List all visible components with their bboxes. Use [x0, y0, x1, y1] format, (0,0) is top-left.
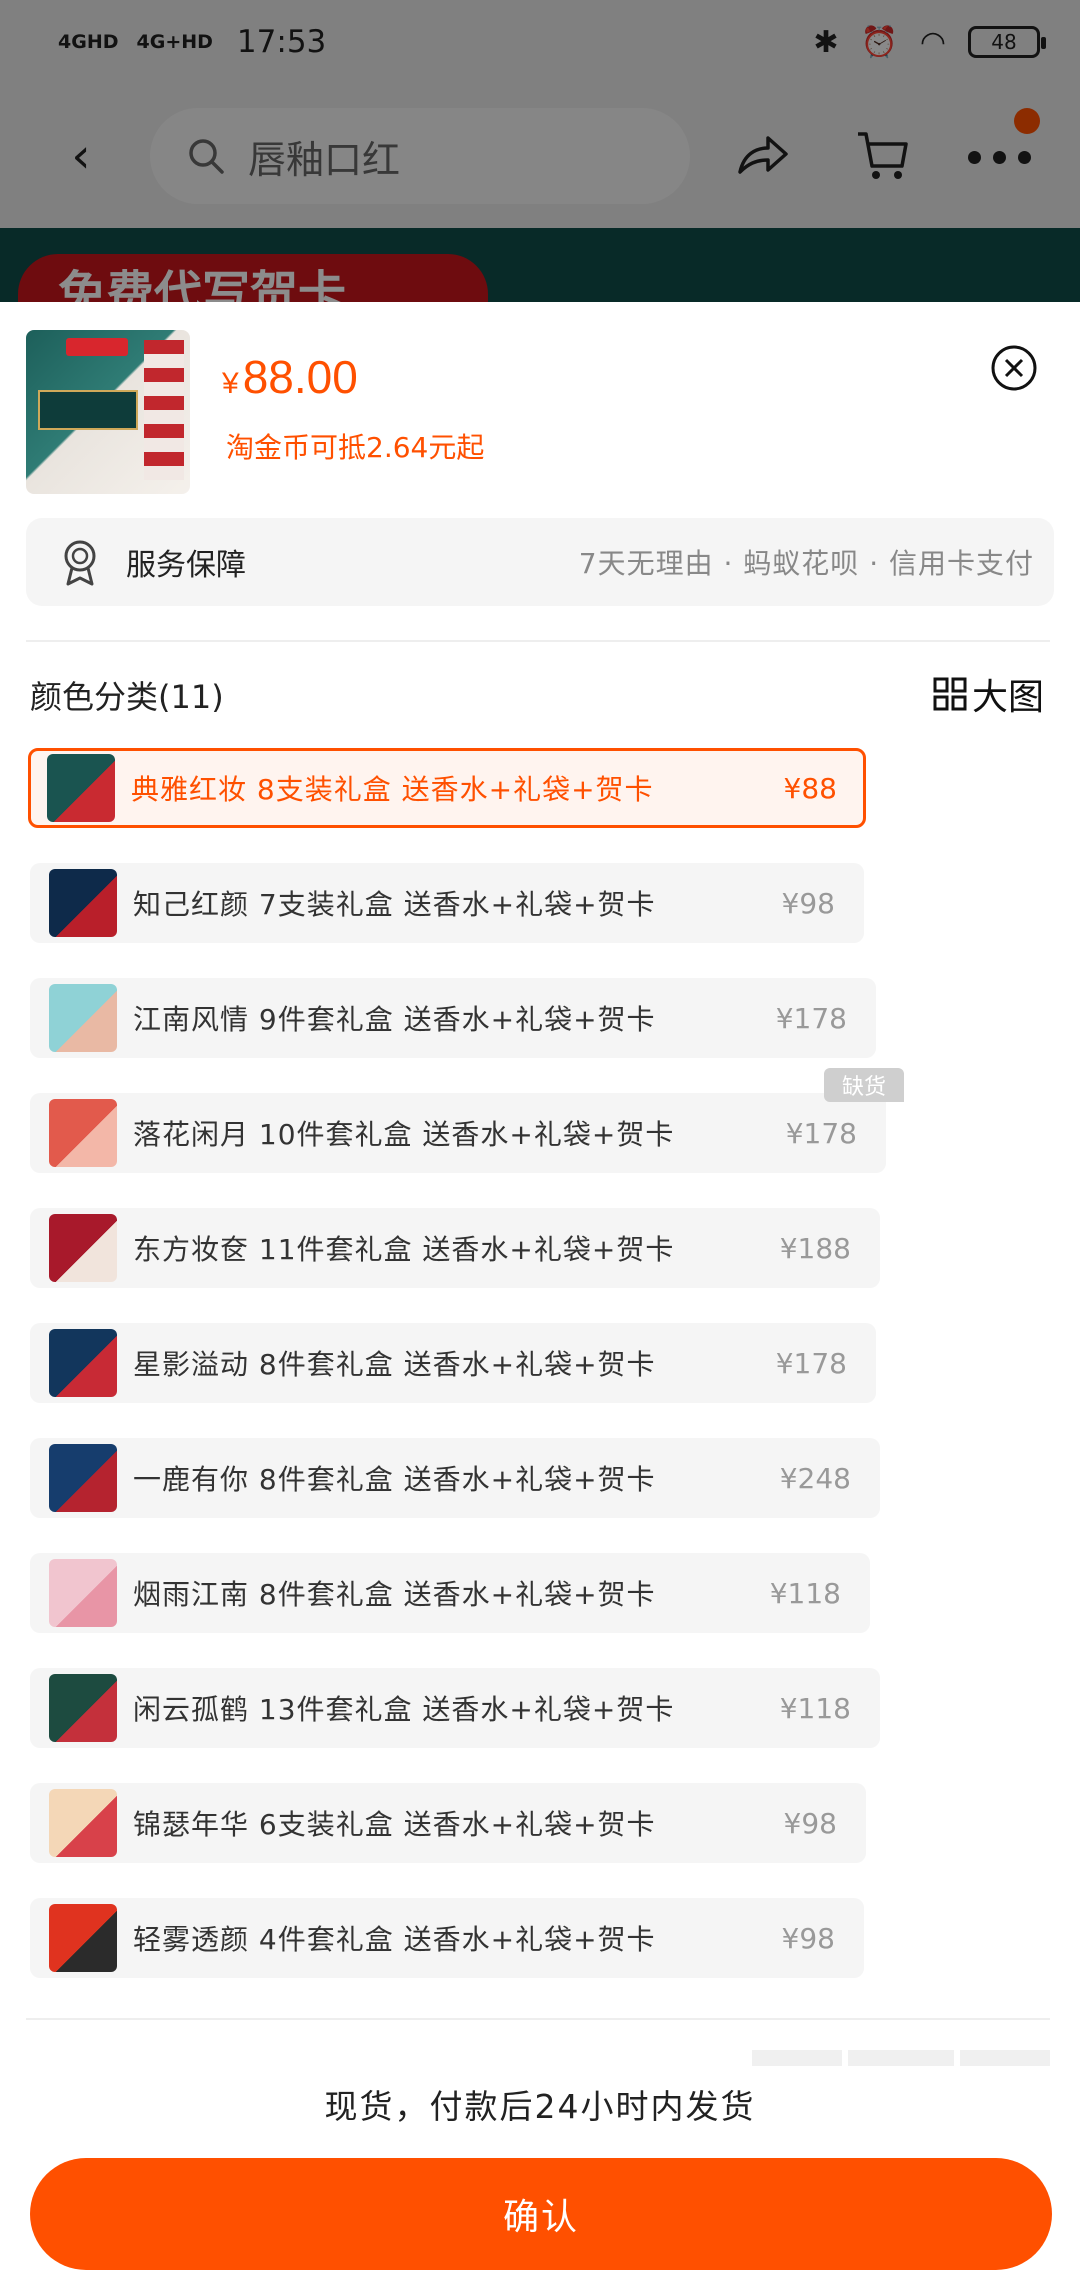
confirm-button[interactable]: 确认 [30, 2158, 1052, 2270]
coin-discount-note: 淘金币可抵2.64元起 [226, 431, 485, 464]
modal-overlay[interactable] [0, 0, 1080, 305]
option-name: 典雅红妆 8支装礼盒 送香水+礼袋+贺卡 [131, 773, 654, 806]
option-price: ¥178 [785, 1116, 857, 1150]
option-thumbnail [49, 1444, 117, 1512]
sku-option[interactable]: 锦瑟年华 6支装礼盒 送香水+礼袋+贺卡 ¥98 [30, 1783, 866, 1863]
option-price: ¥118 [769, 1576, 841, 1610]
product-thumbnail[interactable] [26, 330, 190, 494]
price-currency: ¥ [222, 367, 239, 400]
option-name: 东方妆奁 11件套礼盒 送香水+礼袋+贺卡 [133, 1233, 675, 1266]
option-name: 落花闲月 10件套礼盒 送香水+礼袋+贺卡 [133, 1118, 675, 1151]
sku-option[interactable]: 知己红颜 7支装礼盒 送香水+礼袋+贺卡 ¥98 [30, 863, 864, 943]
option-thumbnail [49, 1329, 117, 1397]
option-thumbnail [49, 869, 117, 937]
service-items: 7天无理由 · 蚂蚁花呗 · 信用卡支付 [578, 547, 1034, 580]
sku-option[interactable]: 烟雨江南 8件套礼盒 送香水+礼袋+贺卡 ¥118 [30, 1553, 870, 1633]
option-price: ¥188 [779, 1231, 851, 1265]
option-price: ¥98 [781, 1921, 835, 1955]
option-name: 一鹿有你 8件套礼盒 送香水+礼袋+贺卡 [133, 1463, 656, 1496]
option-thumbnail [49, 1789, 117, 1857]
service-label: 服务保障 [126, 548, 246, 583]
shipping-note: 现货，付款后24小时内发货 [324, 2087, 756, 2126]
option-price: ¥98 [783, 1806, 837, 1840]
option-name: 烟雨江南 8件套礼盒 送香水+礼袋+贺卡 [133, 1578, 656, 1611]
option-name: 江南风情 9件套礼盒 送香水+礼袋+贺卡 [133, 1003, 656, 1036]
option-thumbnail [49, 1214, 117, 1282]
option-thumbnail [49, 1559, 117, 1627]
sku-option[interactable]: 江南风情 9件套礼盒 送香水+礼袋+贺卡 ¥178 [30, 978, 876, 1058]
scroll-hint [752, 2050, 842, 2066]
option-price: ¥98 [781, 886, 835, 920]
price-value: 88.00 [242, 351, 358, 403]
sku-selector-sheet: ¥88.00 淘金币可抵2.64元起 服务保障 7天无理由 · 蚂蚁花呗 · 信… [0, 302, 1080, 2280]
grid-view-icon [933, 677, 967, 711]
scroll-hint [848, 2050, 954, 2066]
sku-option[interactable]: 典雅红妆 8支装礼盒 送香水+礼袋+贺卡 ¥88 [28, 748, 866, 828]
sku-option[interactable]: 轻雾透颜 4件套礼盒 送香水+礼袋+贺卡 ¥98 [30, 1898, 864, 1978]
option-price: ¥178 [775, 1001, 847, 1035]
divider [26, 2018, 1050, 2020]
option-name: 闲云孤鹤 13件套礼盒 送香水+礼袋+贺卡 [133, 1693, 675, 1726]
category-title: 颜色分类(11) [30, 678, 224, 716]
option-price: ¥88 [783, 771, 837, 805]
option-name: 锦瑟年华 6支装礼盒 送香水+礼袋+贺卡 [133, 1808, 656, 1841]
option-name: 知己红颜 7支装礼盒 送香水+礼袋+贺卡 [133, 888, 656, 921]
guarantee-badge-icon [64, 540, 96, 586]
scroll-hint [960, 2050, 1050, 2066]
service-guarantee[interactable]: 服务保障 7天无理由 · 蚂蚁花呗 · 信用卡支付 [26, 518, 1054, 606]
sku-option[interactable]: 一鹿有你 8件套礼盒 送香水+礼袋+贺卡 ¥248 [30, 1438, 880, 1518]
sku-option[interactable]: 落花闲月 10件套礼盒 送香水+礼袋+贺卡 ¥178 [30, 1093, 886, 1173]
option-name: 星影溢动 8件套礼盒 送香水+礼袋+贺卡 [133, 1348, 656, 1381]
sku-option[interactable]: 星影溢动 8件套礼盒 送香水+礼袋+贺卡 ¥178 [30, 1323, 876, 1403]
option-name: 轻雾透颜 4件套礼盒 送香水+礼袋+贺卡 [133, 1923, 656, 1956]
out-of-stock-badge: 缺货 [824, 1068, 904, 1102]
sku-option[interactable]: 闲云孤鹤 13件套礼盒 送香水+礼袋+贺卡 ¥118 [30, 1668, 880, 1748]
option-thumbnail [47, 754, 115, 822]
sku-option[interactable]: 东方妆奁 11件套礼盒 送香水+礼袋+贺卡 ¥188 [30, 1208, 880, 1288]
option-price: ¥178 [775, 1346, 847, 1380]
option-price: ¥248 [779, 1461, 851, 1495]
close-icon[interactable] [990, 344, 1038, 392]
option-thumbnail [49, 1904, 117, 1972]
option-thumbnail [49, 1099, 117, 1167]
big-image-toggle[interactable]: 大图 [932, 668, 1044, 720]
big-image-label: 大图 [972, 677, 1045, 718]
background-page: 4GHD 4G+HD 17:53 ✱ ⏰ ◠ 48 ‹ 唇釉口红 免费代写贺卡 [0, 0, 1080, 305]
product-price: ¥88.00 [222, 350, 358, 404]
option-price: ¥118 [779, 1691, 851, 1725]
option-thumbnail [49, 984, 117, 1052]
option-thumbnail [49, 1674, 117, 1742]
divider [26, 640, 1050, 642]
